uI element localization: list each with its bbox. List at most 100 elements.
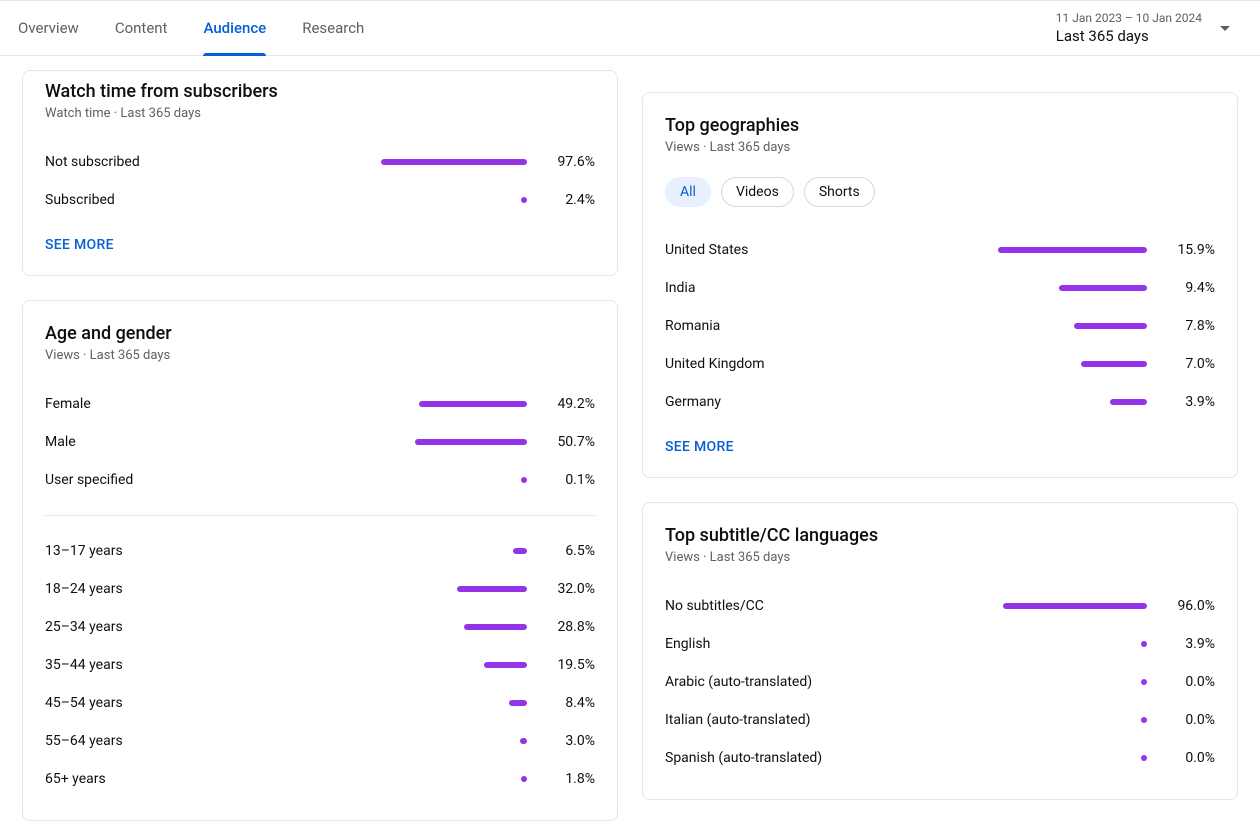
- row-label: English: [665, 636, 907, 652]
- card-subtitle: Views · Last 365 days: [665, 140, 1215, 155]
- row-percent: 32.0%: [537, 581, 595, 597]
- bar-fill: [419, 401, 527, 407]
- card-title: Top geographies: [665, 115, 1215, 136]
- bar-track: [907, 361, 1157, 367]
- card-subtitle: Views · Last 365 days: [45, 348, 595, 363]
- bar-fill: [484, 662, 527, 668]
- right-column: Top geographies Views · Last 365 days Al…: [642, 70, 1238, 821]
- row-percent: 0.0%: [1157, 674, 1215, 690]
- card-subtitle: Watch time · Last 365 days: [45, 106, 595, 121]
- row-percent: 28.8%: [537, 619, 595, 635]
- bar-track: [287, 197, 537, 203]
- row-percent: 49.2%: [537, 396, 595, 412]
- row-label: Not subscribed: [45, 154, 287, 170]
- row-label: 55–64 years: [45, 733, 287, 749]
- bar-track: [907, 603, 1157, 609]
- bar-track: [907, 641, 1157, 647]
- bar-fill: [998, 247, 1147, 253]
- chip-all[interactable]: All: [665, 177, 711, 207]
- bar-track: [287, 548, 537, 554]
- tab-research[interactable]: Research: [284, 0, 382, 56]
- row-label: 65+ years: [45, 771, 287, 787]
- row-percent: 15.9%: [1157, 242, 1215, 258]
- table-row: Not subscribed 97.6%: [45, 143, 595, 181]
- bar-track: [287, 624, 537, 630]
- date-range-text: 11 Jan 2023 – 10 Jan 2024 Last 365 days: [1056, 11, 1202, 45]
- bar-fill: [1141, 679, 1147, 685]
- bar-track: [907, 717, 1157, 723]
- row-label: Romania: [665, 318, 907, 334]
- bar-list: No subtitles/CC96.0% English 3.9% Arabic (a…: [665, 587, 1215, 777]
- bar-fill: [381, 159, 527, 165]
- bar-fill: [1141, 755, 1147, 761]
- divider: [45, 515, 595, 516]
- row-label: Arabic (auto-translated): [665, 674, 907, 690]
- row-label: Spanish (auto-translated): [665, 750, 907, 766]
- table-row: Germany3.9%: [665, 383, 1215, 421]
- date-range-dates: 11 Jan 2023 – 10 Jan 2024: [1056, 11, 1202, 27]
- bar-track: [287, 159, 537, 165]
- card-title: Top subtitle/CC languages: [665, 525, 1215, 546]
- chevron-down-icon: [1220, 26, 1230, 31]
- row-percent: 6.5%: [537, 543, 595, 559]
- bar-fill: [521, 477, 527, 483]
- chip-shorts[interactable]: Shorts: [804, 177, 875, 207]
- bar-track: [907, 755, 1157, 761]
- content: Watch time from subscribers Watch time ·…: [0, 56, 1260, 835]
- row-label: 18–24 years: [45, 581, 287, 597]
- row-label: 35–44 years: [45, 657, 287, 673]
- row-percent: 3.9%: [1157, 636, 1215, 652]
- table-row: 25–34 years 28.8%: [45, 608, 595, 646]
- bar-list: United States15.9%India9.4%Romania7.8%Un…: [665, 231, 1215, 421]
- tab-content[interactable]: Content: [97, 0, 186, 56]
- see-more-link[interactable]: SEE MORE: [665, 439, 1215, 455]
- row-percent: 3.0%: [537, 733, 595, 749]
- see-more-link[interactable]: SEE MORE: [45, 237, 595, 253]
- bar-fill: [520, 738, 527, 744]
- row-label: United Kingdom: [665, 356, 907, 372]
- chip-group: All Videos Shorts: [665, 177, 1215, 207]
- card-title: Age and gender: [45, 323, 595, 344]
- row-label: Male: [45, 434, 287, 450]
- tab-overview[interactable]: Overview: [0, 0, 97, 56]
- table-row: 35–44 years 19.5%: [45, 646, 595, 684]
- bar-track: [287, 439, 537, 445]
- table-row: 45–54 years8.4%: [45, 684, 595, 722]
- bar-fill: [1141, 641, 1147, 647]
- row-label: Germany: [665, 394, 907, 410]
- table-row: No subtitles/CC96.0%: [665, 587, 1215, 625]
- table-row: 65+ years1.8%: [45, 760, 595, 798]
- card-subtitle: Views · Last 365 days: [665, 550, 1215, 565]
- table-row: Spanish (auto-translated)0.0%: [665, 739, 1215, 777]
- date-range-picker[interactable]: 11 Jan 2023 – 10 Jan 2024 Last 365 days: [1056, 11, 1230, 45]
- row-label: 25–34 years: [45, 619, 287, 635]
- bar-fill: [457, 586, 527, 592]
- bar-fill: [1074, 323, 1147, 329]
- row-percent: 0.0%: [1157, 712, 1215, 728]
- top-bar: OverviewContentAudienceResearch 11 Jan 2…: [0, 0, 1260, 56]
- row-label: Italian (auto-translated): [665, 712, 907, 728]
- date-range-label: Last 365 days: [1056, 27, 1202, 45]
- bar-fill: [513, 548, 527, 554]
- bar-track: [287, 776, 537, 782]
- tab-audience[interactable]: Audience: [185, 0, 284, 56]
- row-label: Female: [45, 396, 287, 412]
- row-percent: 7.8%: [1157, 318, 1215, 334]
- table-row: User specified0.1%: [45, 461, 595, 499]
- bar-track: [907, 399, 1157, 405]
- table-row: Male50.7%: [45, 423, 595, 461]
- bar-fill: [1003, 603, 1147, 609]
- row-label: United States: [665, 242, 907, 258]
- row-label: 13–17 years: [45, 543, 287, 559]
- bar-track: [287, 401, 537, 407]
- row-label: 45–54 years: [45, 695, 287, 711]
- top-geographies-card: Top geographies Views · Last 365 days Al…: [642, 92, 1238, 478]
- row-percent: 96.0%: [1157, 598, 1215, 614]
- table-row: Arabic (auto-translated) 0.0%: [665, 663, 1215, 701]
- row-percent: 19.5%: [537, 657, 595, 673]
- chip-videos[interactable]: Videos: [721, 177, 794, 207]
- row-label: India: [665, 280, 907, 296]
- row-percent: 97.6%: [537, 154, 595, 170]
- table-row: Female 49.2%: [45, 385, 595, 423]
- bar-fill: [1141, 717, 1147, 723]
